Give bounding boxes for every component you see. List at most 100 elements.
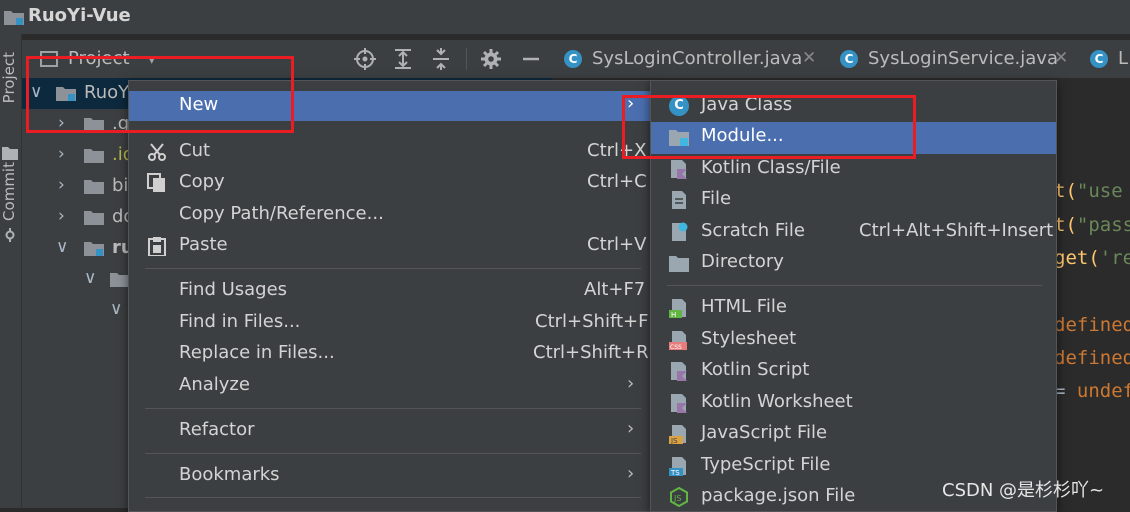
menu-item-label: HTML File bbox=[701, 296, 787, 317]
project-tool-icon bbox=[2, 147, 18, 160]
code-line: t("pass bbox=[1054, 214, 1130, 236]
menu-item-label: Find Usages bbox=[179, 279, 288, 300]
toolbar-divider bbox=[466, 48, 467, 70]
project-tool-tab[interactable]: Project bbox=[0, 52, 18, 103]
chevron-down-icon[interactable]: ∨ bbox=[110, 299, 122, 319]
submenu-item-file[interactable]: File bbox=[651, 185, 1056, 215]
chevron-right-icon: › bbox=[627, 418, 635, 439]
submenu-item-kotlin-worksheet[interactable]: Kotlin Worksheet bbox=[651, 388, 1056, 418]
menu-item-label: Copy bbox=[179, 171, 225, 192]
close-icon[interactable]: ✕ bbox=[802, 48, 816, 68]
menu-item-copy[interactable]: Copy Ctrl+C bbox=[129, 168, 651, 198]
svg-text:CSS: CSS bbox=[670, 344, 682, 350]
menu-separator bbox=[667, 285, 1042, 286]
chevron-right-icon[interactable]: › bbox=[58, 175, 65, 195]
submenu-item-scratch-file[interactable]: Scratch File Ctrl+Alt+Shift+Insert bbox=[651, 217, 1056, 247]
folder-icon bbox=[84, 180, 104, 194]
tab-label: L bbox=[1118, 48, 1129, 69]
svg-text:H: H bbox=[671, 311, 676, 318]
menu-item-bookmarks[interactable]: Bookmarks › bbox=[129, 461, 651, 491]
menu-item-find-usages[interactable]: Find Usages Alt+F7 bbox=[129, 276, 651, 306]
collapse-all-icon[interactable] bbox=[428, 46, 454, 72]
menu-item-label: Paste bbox=[179, 234, 228, 255]
scissors-icon bbox=[148, 143, 166, 161]
chevron-right-icon: › bbox=[627, 373, 635, 394]
menu-item-replace-in-files[interactable]: Replace in Files... Ctrl+Shift+R bbox=[129, 339, 651, 369]
menu-item-label: Find in Files... bbox=[179, 311, 301, 332]
menu-item-label: TypeScript File bbox=[701, 454, 831, 475]
menu-item-label: Kotlin Class/File bbox=[701, 157, 841, 178]
menu-item-shortcut: Ctrl+Shift+F bbox=[535, 311, 649, 332]
tab-sysloginontroller[interactable]: C SysLoginController.java ✕ bbox=[552, 40, 822, 78]
menu-item-label: Copy Path/Reference... bbox=[179, 203, 384, 224]
code-line: defined bbox=[1054, 347, 1130, 369]
menu-item-shortcut: Ctrl+V bbox=[587, 234, 647, 255]
code-line: = undef bbox=[1054, 380, 1130, 402]
kotlin-worksheet-icon bbox=[671, 394, 687, 413]
tab-label: SysLoginService.java bbox=[868, 48, 1058, 69]
annotation-box-module bbox=[622, 95, 916, 159]
menu-item-paste[interactable]: Paste Ctrl+V bbox=[129, 231, 651, 261]
gear-icon[interactable] bbox=[478, 46, 504, 72]
submenu-item-javascript-file[interactable]: JS JavaScript File bbox=[651, 419, 1056, 449]
tab-label: SysLoginController.java bbox=[592, 48, 803, 69]
menu-item-label: package.json File bbox=[701, 485, 856, 506]
menu-item-shortcut: Ctrl+Alt+Shift+Insert bbox=[859, 220, 1054, 241]
tree-item-label: bi bbox=[112, 175, 129, 196]
menu-item-shortcut: Ctrl+Shift+R bbox=[533, 342, 649, 363]
chevron-down-icon[interactable]: ∨ bbox=[84, 268, 96, 288]
menu-item-analyze[interactable]: Analyze › bbox=[129, 371, 651, 401]
window-title: RuoYi-Vue bbox=[28, 5, 131, 26]
chevron-right-icon[interactable]: › bbox=[58, 144, 65, 164]
stylesheet-icon: CSS bbox=[669, 331, 687, 350]
menu-separator bbox=[145, 453, 641, 454]
module-folder-icon bbox=[84, 242, 104, 256]
menu-separator bbox=[145, 268, 641, 269]
kotlin-file-icon bbox=[671, 160, 687, 179]
html-file-icon: H bbox=[669, 299, 686, 318]
menu-item-refactor[interactable]: Refactor › bbox=[129, 416, 651, 446]
code-line: t("use bbox=[1054, 180, 1123, 202]
hide-panel-icon[interactable] bbox=[518, 46, 544, 72]
menu-separator bbox=[145, 408, 641, 409]
directory-icon bbox=[669, 256, 689, 272]
menu-item-cut[interactable]: Cut Ctrl+X bbox=[129, 137, 651, 167]
folder-icon bbox=[84, 149, 104, 163]
file-icon bbox=[672, 191, 686, 209]
watermark: CSDN @是杉杉吖~ bbox=[942, 480, 1105, 501]
chevron-right-icon[interactable]: › bbox=[58, 206, 65, 226]
folder-icon bbox=[110, 273, 130, 287]
locate-icon[interactable] bbox=[352, 46, 378, 72]
menu-item-shortcut: Ctrl+C bbox=[587, 171, 647, 192]
tab-partial[interactable]: C L bbox=[1078, 40, 1130, 78]
typescript-file-icon: TS bbox=[669, 457, 686, 476]
menu-item-label: Kotlin Worksheet bbox=[701, 391, 853, 412]
commit-icon bbox=[5, 228, 15, 242]
folder-icon bbox=[84, 211, 104, 225]
expand-all-icon[interactable] bbox=[390, 46, 416, 72]
commit-tool-tab[interactable]: Commit bbox=[0, 162, 18, 221]
chevron-down-icon[interactable]: ∨ bbox=[56, 237, 68, 257]
code-line: defined bbox=[1054, 314, 1130, 336]
svg-text:TS: TS bbox=[670, 469, 680, 476]
menu-item-copy-path[interactable]: Copy Path/Reference... bbox=[129, 200, 651, 230]
menu-item-label: Scratch File bbox=[701, 220, 805, 241]
scratch-file-icon bbox=[672, 222, 688, 241]
menu-item-label: Analyze bbox=[179, 374, 250, 395]
package-json-icon: JS bbox=[670, 487, 688, 507]
menu-item-label: Replace in Files... bbox=[179, 342, 335, 363]
submenu-item-directory[interactable]: Directory bbox=[651, 248, 1056, 278]
tab-sysloginservice[interactable]: C SysLoginService.java ✕ bbox=[828, 40, 1078, 78]
submenu-item-kotlin-script[interactable]: Kotlin Script bbox=[651, 356, 1056, 386]
menu-item-label: Bookmarks bbox=[179, 464, 280, 485]
clipboard-icon bbox=[148, 237, 166, 256]
menu-item-find-in-files[interactable]: Find in Files... Ctrl+Shift+F bbox=[129, 308, 651, 338]
java-class-icon: C bbox=[1090, 50, 1108, 68]
title-bar: RuoYi-Vue bbox=[0, 0, 1130, 34]
submenu-item-html-file[interactable]: H HTML File bbox=[651, 293, 1056, 323]
close-icon[interactable]: ✕ bbox=[1054, 48, 1068, 68]
menu-item-label: Refactor bbox=[179, 419, 255, 440]
submenu-item-stylesheet[interactable]: CSS Stylesheet bbox=[651, 325, 1056, 355]
menu-item-label: JavaScript File bbox=[701, 422, 828, 443]
menu-item-label: Kotlin Script bbox=[701, 359, 810, 380]
